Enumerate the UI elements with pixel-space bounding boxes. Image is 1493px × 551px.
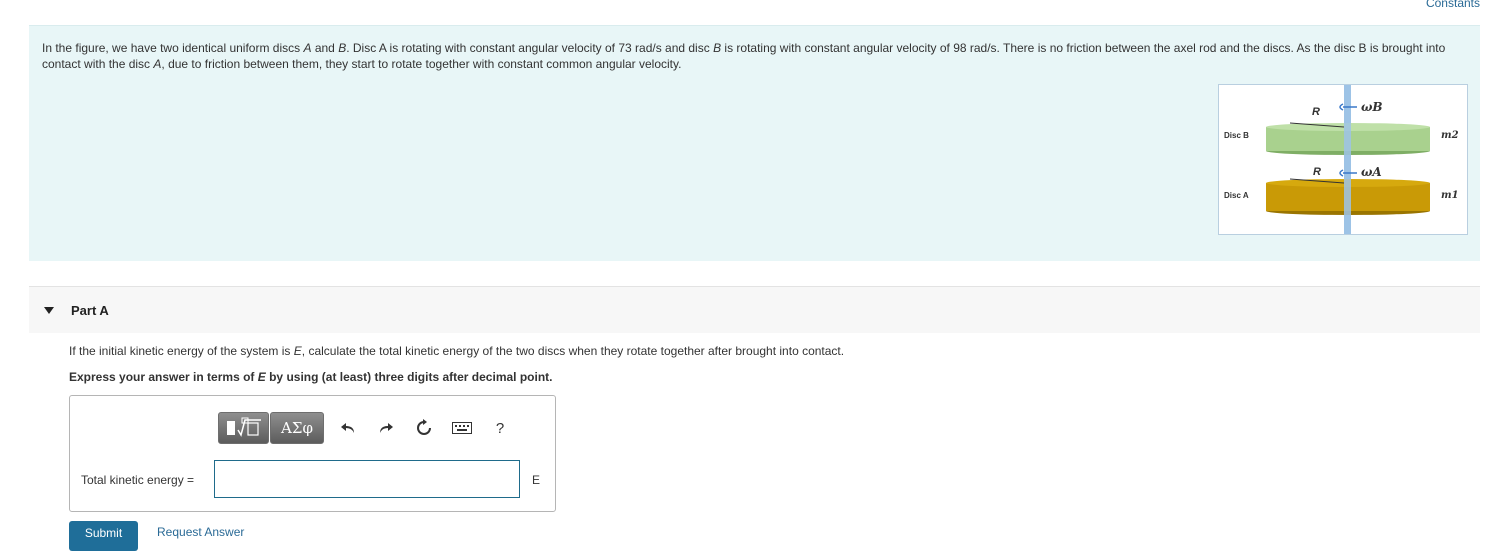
part-a-header[interactable]: Part A	[29, 286, 1480, 333]
answer-instruction: Express your answer in terms of E by usi…	[69, 370, 553, 384]
answer-unit: E	[532, 473, 541, 487]
request-answer-link[interactable]: Request Answer	[157, 525, 244, 539]
undo-icon[interactable]	[338, 418, 358, 438]
problem-text: In the figure, we have two identical uni…	[42, 41, 1446, 71]
submit-button[interactable]: Submit	[69, 521, 138, 551]
collapse-caret-icon[interactable]	[44, 307, 54, 314]
part-title: Part A	[71, 303, 109, 318]
omega-a-label: ωA	[1361, 165, 1382, 179]
question-text: If the initial kinetic energy of the sys…	[69, 344, 845, 358]
redo-icon[interactable]	[376, 418, 396, 438]
greek-symbols-button[interactable]: ΑΣφ	[270, 412, 324, 444]
disc-b-label: Disc B	[1224, 131, 1249, 140]
discs-diagram: Disc B Disc A R R ωB ωA m2 m1	[1224, 85, 1459, 234]
answer-panel: ΑΣφ ? Total kinetic energy = E	[69, 395, 556, 512]
constants-link[interactable]: Constants	[1426, 0, 1480, 10]
omega-b-label: ωB	[1361, 100, 1383, 114]
template-fraction-sqrt-icon	[226, 417, 261, 437]
help-button[interactable]: ?	[490, 418, 510, 438]
disc-a-label: Disc A	[1224, 191, 1249, 200]
radius-label-top: R	[1312, 106, 1320, 118]
problem-statement: In the figure, we have two identical uni…	[29, 25, 1480, 261]
templates-button[interactable]	[218, 412, 269, 444]
keyboard-icon[interactable]	[452, 418, 472, 438]
answer-label: Total kinetic energy =	[81, 473, 195, 487]
discs-figure: Disc B Disc A R R ωB ωA m2 m1	[1218, 84, 1468, 235]
mass-m1-label: m1	[1441, 190, 1459, 201]
mass-m2-label: m2	[1441, 130, 1459, 141]
reset-icon[interactable]	[414, 418, 434, 438]
answer-input[interactable]	[214, 460, 520, 498]
radius-label-bottom: R	[1313, 166, 1321, 178]
